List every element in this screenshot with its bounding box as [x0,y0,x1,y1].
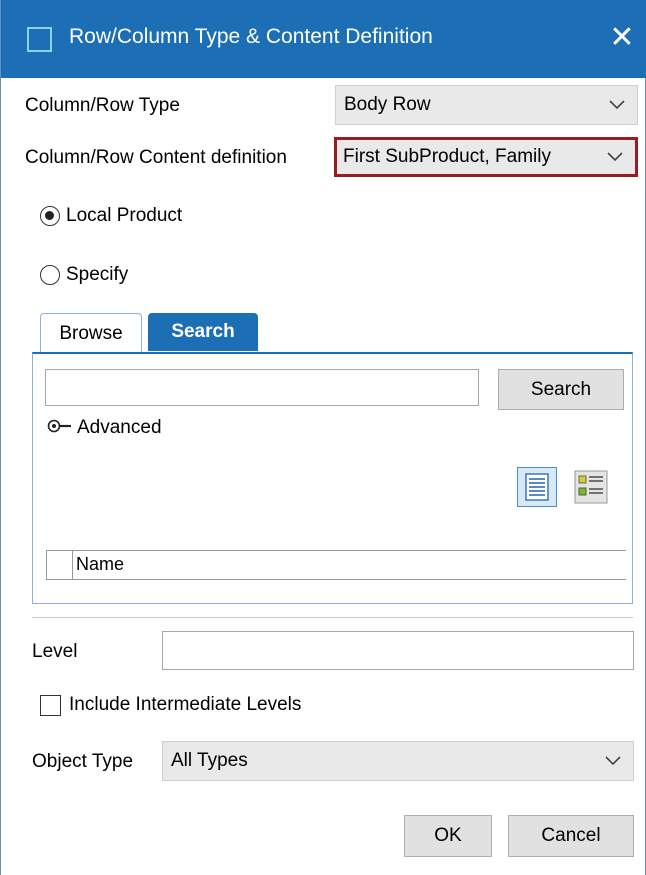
list-view-button[interactable] [517,467,557,507]
detail-view-button[interactable] [572,467,612,507]
object-type-label: Object Type [32,751,134,772]
ok-button[interactable]: OK [404,815,492,857]
object-type-select[interactable]: All Types [162,741,634,781]
object-type-value: All Types [171,750,248,771]
row-type-value: Body Row [344,94,431,115]
close-icon: ✕ [609,21,635,54]
advanced-label: Advanced [77,417,162,438]
advanced-toggle[interactable]: Advanced [47,417,162,439]
include-intermediate-checkbox[interactable]: Include Intermediate Levels [40,694,301,716]
content-definition-value: First SubProduct, Family [343,146,551,167]
tab-browse[interactable]: Browse [40,313,142,355]
local-product-radio[interactable]: Local Product [40,205,182,227]
level-label: Level [32,641,78,662]
window-title: Row/Column Type & Content Definition [69,25,433,48]
tab-search[interactable]: Search [148,313,258,351]
specify-radio[interactable]: Specify [40,264,128,286]
specify-label: Specify [66,264,129,285]
content-definition-select[interactable]: First SubProduct, Family [334,137,638,177]
cancel-button[interactable]: Cancel [508,815,634,857]
close-button[interactable]: ✕ [597,18,646,62]
row-type-select[interactable]: Body Row [335,85,638,125]
divider [32,617,633,618]
list-view-icon [518,473,556,511]
results-grid-header: Name [46,550,626,580]
row-selector-header[interactable] [46,551,73,579]
level-input[interactable] [162,631,634,670]
chevron-down-icon [609,86,627,124]
local-product-label: Local Product [66,205,183,226]
window-icon [27,27,52,52]
radio-unchecked-icon [40,265,60,285]
search-button[interactable]: Search [498,369,624,410]
row-type-label: Column/Row Type [25,95,180,116]
advanced-expand-icon [47,418,75,438]
name-column-header[interactable]: Name [76,554,124,575]
title-bar: Row/Column Type & Content Definition ✕ [1,0,646,78]
include-intermediate-label: Include Intermediate Levels [69,694,302,715]
checkbox-unchecked-icon [40,694,61,716]
chevron-down-icon [605,742,623,780]
radio-checked-icon [40,206,60,226]
detail-view-icon [572,470,612,512]
search-input[interactable] [45,369,479,406]
chevron-down-icon [607,140,625,174]
content-definition-label: Column/Row Content definition [25,147,287,168]
dialog-window: Row/Column Type & Content Definition ✕ C… [0,0,646,875]
